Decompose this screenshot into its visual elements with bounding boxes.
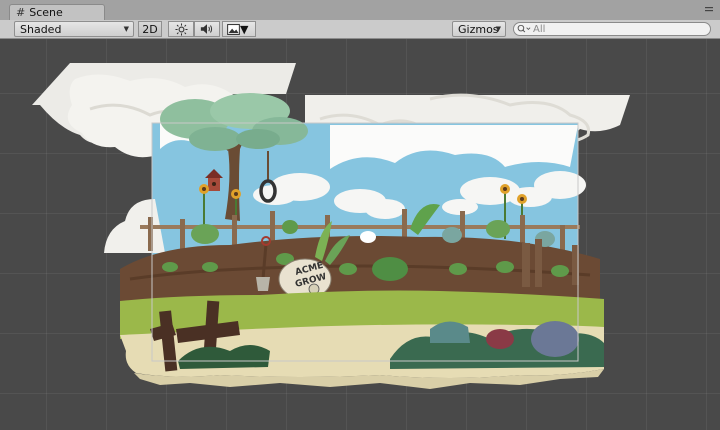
tab-scene-label: Scene: [29, 6, 63, 19]
window-menu-icon[interactable]: [704, 5, 714, 15]
mode-2d-toggle[interactable]: 2D: [138, 21, 162, 37]
sun-icon: [174, 22, 188, 36]
shading-mode-dropdown[interactable]: Shaded ▼: [14, 21, 134, 37]
dropdown-arrow-icon: ▼: [495, 25, 501, 33]
gizmos-label: Gizmos: [458, 22, 499, 36]
speaker-icon: [200, 24, 213, 34]
shading-mode-label: Shaded: [20, 22, 62, 36]
scene-lighting-toggle[interactable]: [168, 21, 194, 37]
search-icon: [517, 24, 531, 33]
dropdown-arrow-icon: ▼: [123, 25, 129, 33]
gizmos-dropdown[interactable]: Gizmos ▼: [452, 21, 506, 37]
tab-scene[interactable]: # Scene: [9, 4, 105, 20]
scene-artwork: ACME GROW: [32, 63, 630, 389]
grid-icon: #: [16, 6, 26, 19]
scene-toolbar: Shaded ▼ 2D ▼ Gizmos ▼: [0, 20, 720, 39]
mode-2d-label: 2D: [142, 22, 158, 36]
scene-search[interactable]: [513, 22, 711, 36]
scene-audio-toggle[interactable]: [194, 21, 220, 37]
image-icon: [227, 23, 240, 35]
tab-bar: # Scene: [0, 0, 720, 21]
scene-view[interactable]: ACME GROW: [0, 39, 720, 430]
dropdown-arrow-icon: ▼: [240, 22, 249, 36]
scene-effects-dropdown[interactable]: ▼: [222, 21, 256, 37]
search-input[interactable]: [531, 23, 703, 35]
